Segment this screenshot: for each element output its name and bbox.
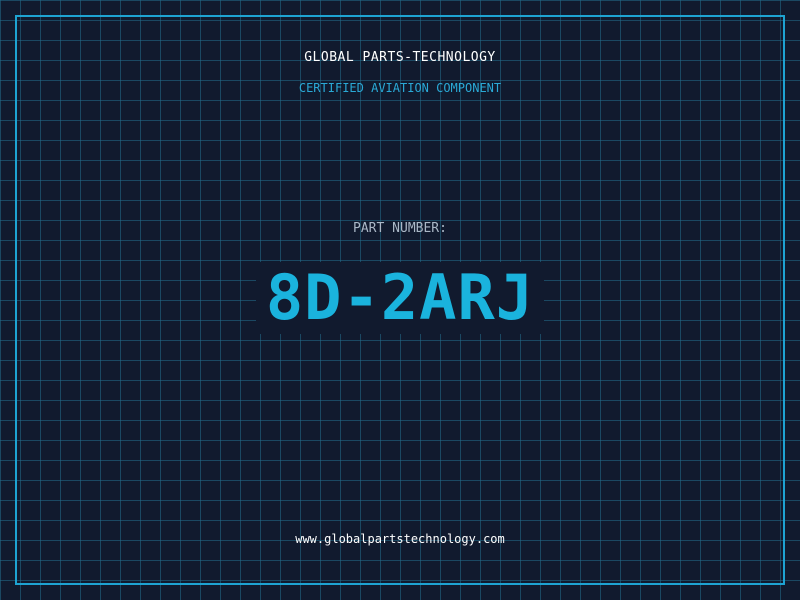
company-name: GLOBAL PARTS-TECHNOLOGY xyxy=(304,50,496,65)
website-url: www.globalpartstechnology.com xyxy=(295,532,505,546)
certification-subtitle: CERTIFIED AVIATION COMPONENT xyxy=(298,81,502,95)
part-number-container: 8D-2ARJ xyxy=(0,262,800,334)
part-number-label: PART NUMBER: xyxy=(353,221,447,236)
part-number-value: 8D-2ARJ xyxy=(255,262,545,334)
